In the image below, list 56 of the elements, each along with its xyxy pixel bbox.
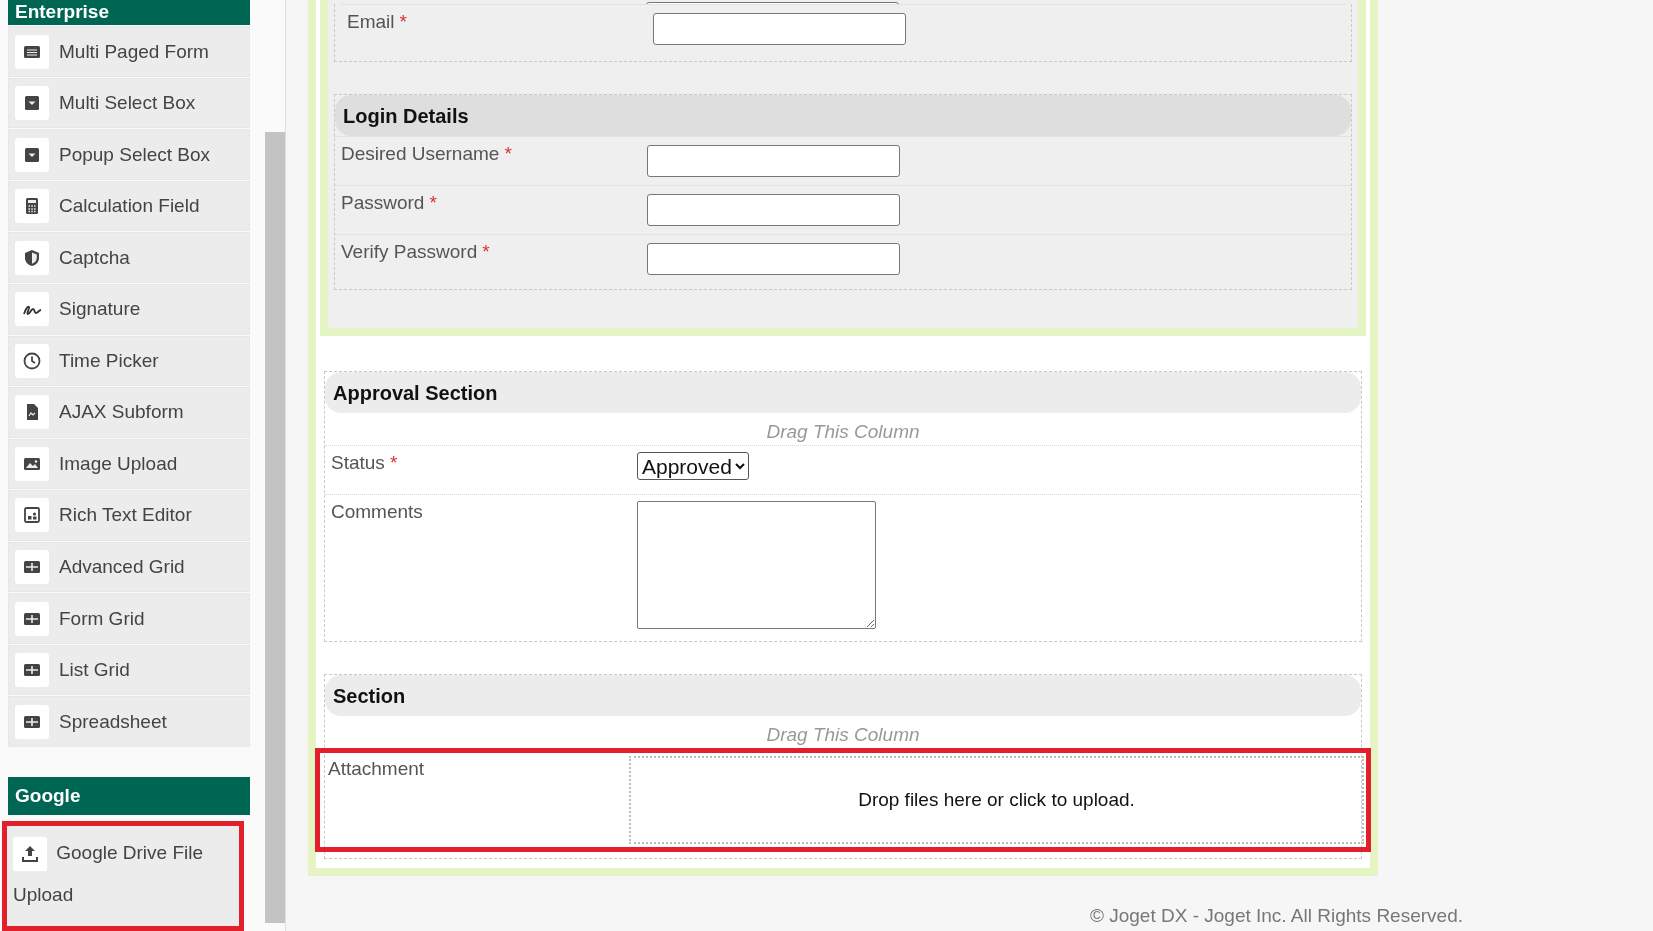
palette-item[interactable]: Image Upload (8, 438, 251, 490)
field-label: Comments (331, 501, 423, 522)
field-label: Verify Password (341, 241, 478, 262)
palette-item[interactable]: Captcha (8, 232, 251, 283)
palette-item[interactable]: Rich Text Editor (8, 490, 251, 541)
palette-item[interactable]: Spreadsheet (8, 696, 251, 747)
grid-icon (15, 704, 49, 739)
comments-field[interactable] (637, 501, 876, 629)
palette-item[interactable]: Multi Select Box (8, 77, 251, 129)
field-label: Email (347, 11, 395, 32)
palette-item[interactable]: Google Drive File Upload (2, 820, 244, 931)
required-asterisk: * (504, 143, 512, 164)
editor-icon (15, 498, 49, 533)
palette-item[interactable]: List Grid (8, 644, 251, 696)
required-asterisk: * (429, 192, 437, 213)
required-asterisk: * (389, 452, 398, 473)
document-icon (15, 395, 49, 430)
category-header: Google (8, 776, 251, 815)
section-header: Approval Section (325, 372, 1361, 413)
field-label: Attachment (328, 758, 425, 779)
required-asterisk: * (482, 241, 490, 262)
copyright-text: © Joget DX - Joget Inc. All Rights Reserved. (1089, 905, 1463, 927)
dropdown-icon (15, 137, 49, 172)
image-icon (15, 446, 49, 481)
signature-icon (15, 292, 49, 327)
text-input-field[interactable] (647, 194, 900, 226)
palette-item[interactable]: Form Grid (8, 593, 251, 644)
grid-icon (15, 653, 49, 688)
field-label: Desired Username (341, 143, 500, 164)
grid-icon (15, 601, 49, 636)
required-asterisk: * (399, 11, 407, 32)
palette-item[interactable]: Time Picker (8, 335, 251, 387)
shield-icon (15, 240, 49, 275)
palette-item[interactable]: AJAX Subform (8, 387, 251, 438)
text-input-field[interactable] (647, 145, 900, 177)
dropdown-icon (15, 86, 49, 121)
file-drop-zone[interactable]: Drop files here or click to upload. (629, 756, 1364, 844)
grid-icon (15, 550, 49, 584)
palette-item[interactable]: Signature (8, 284, 251, 335)
section-header: Login Details (335, 95, 1351, 136)
category-header: Enterprise (8, 0, 251, 26)
palette-item[interactable]: Calculation Field (8, 180, 251, 232)
list-icon (15, 34, 49, 69)
field-label: Status (331, 452, 385, 473)
text-input-field[interactable] (647, 243, 900, 275)
status-dropdown[interactable]: Approved (637, 452, 749, 480)
scrollbar[interactable] (265, 132, 285, 923)
palette-item[interactable]: Multi Paged Form (8, 26, 251, 77)
palette-item[interactable]: Popup Select Box (8, 129, 251, 180)
palette-item[interactable]: Advanced Grid (8, 541, 251, 593)
section-header: Section (325, 675, 1361, 716)
text-input-field[interactable] (653, 13, 906, 45)
field-label: Password (341, 192, 425, 213)
calculator-icon (15, 189, 49, 224)
clock-icon (15, 343, 49, 378)
upload-icon (13, 836, 47, 871)
